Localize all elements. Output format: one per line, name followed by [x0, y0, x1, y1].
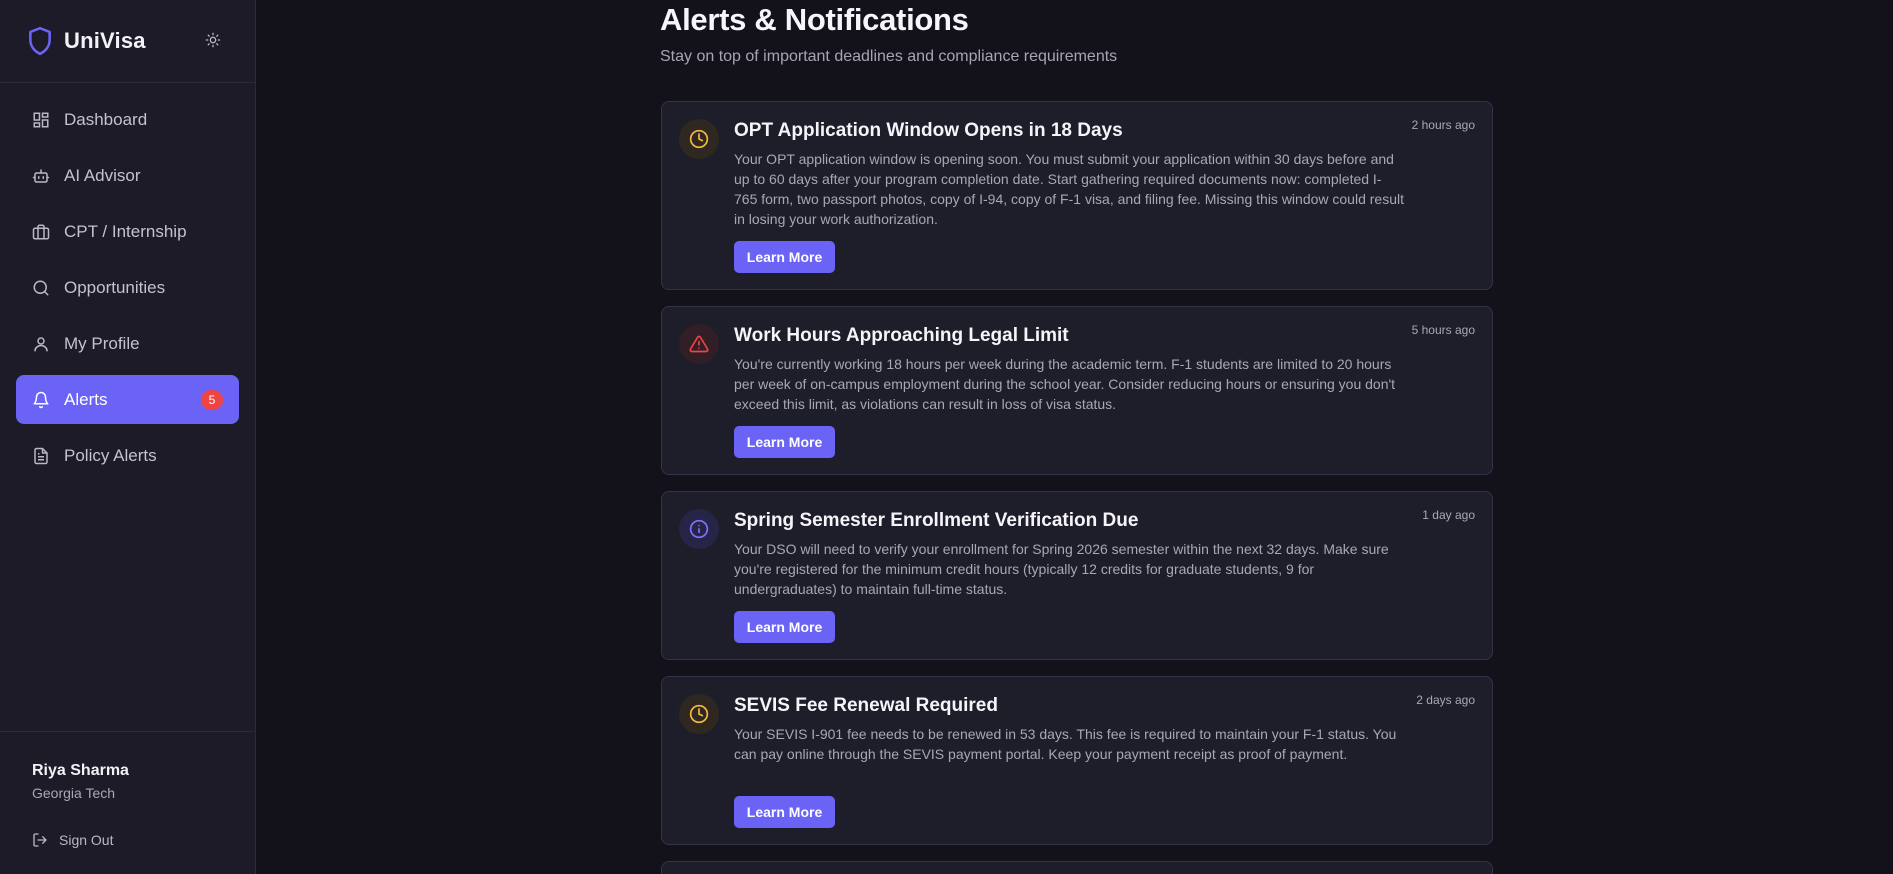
alert-time: 1 day ago	[1422, 508, 1475, 522]
sidebar-item-label: My Profile	[64, 333, 140, 353]
user-panel: Riya Sharma Georgia Tech Sign Out	[0, 731, 255, 874]
sidebar-item-opportunities[interactable]: Opportunities	[16, 263, 239, 312]
sign-out-button[interactable]: Sign Out	[32, 832, 113, 848]
clock-icon	[679, 694, 719, 734]
learn-more-button[interactable]: Learn More	[734, 241, 835, 273]
alert-card: Spring Semester Enrollment Verification …	[661, 491, 1493, 660]
clock-icon	[679, 119, 719, 159]
sidebar-nav: Dashboard AI Advisor CPT / Internship Op…	[16, 95, 239, 487]
alert-card: SEVIS Fee Renewal Required 2 days ago Yo…	[661, 676, 1493, 845]
alert-card	[661, 861, 1493, 874]
alert-card: OPT Application Window Opens in 18 Days …	[661, 101, 1493, 290]
sidebar-item-label: AI Advisor	[64, 165, 141, 185]
sun-icon[interactable]	[203, 30, 223, 50]
page-subtitle: Stay on top of important deadlines and c…	[660, 48, 1118, 65]
sidebar-item-policy-alerts[interactable]: Policy Alerts	[16, 431, 239, 480]
sidebar-item-label: Alerts	[64, 389, 108, 409]
alert-body: Your SEVIS I-901 fee needs to be renewed…	[734, 726, 1397, 762]
sign-out-label: Sign Out	[59, 832, 114, 848]
dashboard-icon	[31, 110, 51, 130]
page-title: Alerts & Notifications	[660, 2, 969, 37]
sidebar-item-label: CPT / Internship	[64, 221, 187, 241]
user-name: Riya Sharma	[32, 762, 129, 779]
alert-time: 2 days ago	[1416, 693, 1475, 707]
sidebar-item-cpt-internship[interactable]: CPT / Internship	[16, 207, 239, 256]
alert-time: 2 hours ago	[1411, 118, 1475, 132]
alert-title: Spring Semester Enrollment Verification …	[734, 510, 1139, 531]
warning-icon	[679, 324, 719, 364]
user-school: Georgia Tech	[32, 785, 116, 801]
alert-title: OPT Application Window Opens in 18 Days	[734, 120, 1123, 141]
sidebar: UniVisa Dashboard AI Advisor CPT / Inter…	[0, 0, 256, 874]
alert-body: Your DSO will need to verify your enroll…	[734, 541, 1389, 597]
sidebar-item-my-profile[interactable]: My Profile	[16, 319, 239, 368]
bell-icon	[31, 390, 51, 410]
sidebar-item-label: Opportunities	[64, 277, 166, 297]
learn-more-button[interactable]: Learn More	[734, 426, 835, 458]
sign-out-icon	[32, 832, 48, 848]
sidebar-item-ai-advisor[interactable]: AI Advisor	[16, 151, 239, 200]
bot-icon	[31, 166, 51, 186]
alert-body: You're currently working 18 hours per we…	[734, 356, 1396, 412]
alert-title: Work Hours Approaching Legal Limit	[734, 325, 1069, 346]
alerts-count-badge: 5	[201, 390, 223, 410]
alert-time: 5 hours ago	[1411, 323, 1475, 337]
sidebar-item-label: Dashboard	[64, 109, 148, 129]
sidebar-item-label: Policy Alerts	[64, 445, 157, 465]
sidebar-item-alerts[interactable]: Alerts 5	[16, 375, 239, 424]
learn-more-button[interactable]: Learn More	[734, 796, 835, 828]
shield-logo-icon	[26, 26, 54, 56]
alert-card: Work Hours Approaching Legal Limit 5 hou…	[661, 306, 1493, 475]
alert-body: Your OPT application window is opening s…	[734, 151, 1404, 227]
document-icon	[31, 446, 51, 466]
brand-header: UniVisa	[0, 0, 255, 83]
app-name: UniVisa	[64, 28, 146, 53]
search-icon	[31, 278, 51, 298]
briefcase-icon	[31, 222, 51, 242]
sidebar-item-dashboard[interactable]: Dashboard	[16, 95, 239, 144]
learn-more-button[interactable]: Learn More	[734, 611, 835, 643]
alert-title: SEVIS Fee Renewal Required	[734, 695, 998, 716]
user-icon	[31, 334, 51, 354]
info-icon	[679, 509, 719, 549]
